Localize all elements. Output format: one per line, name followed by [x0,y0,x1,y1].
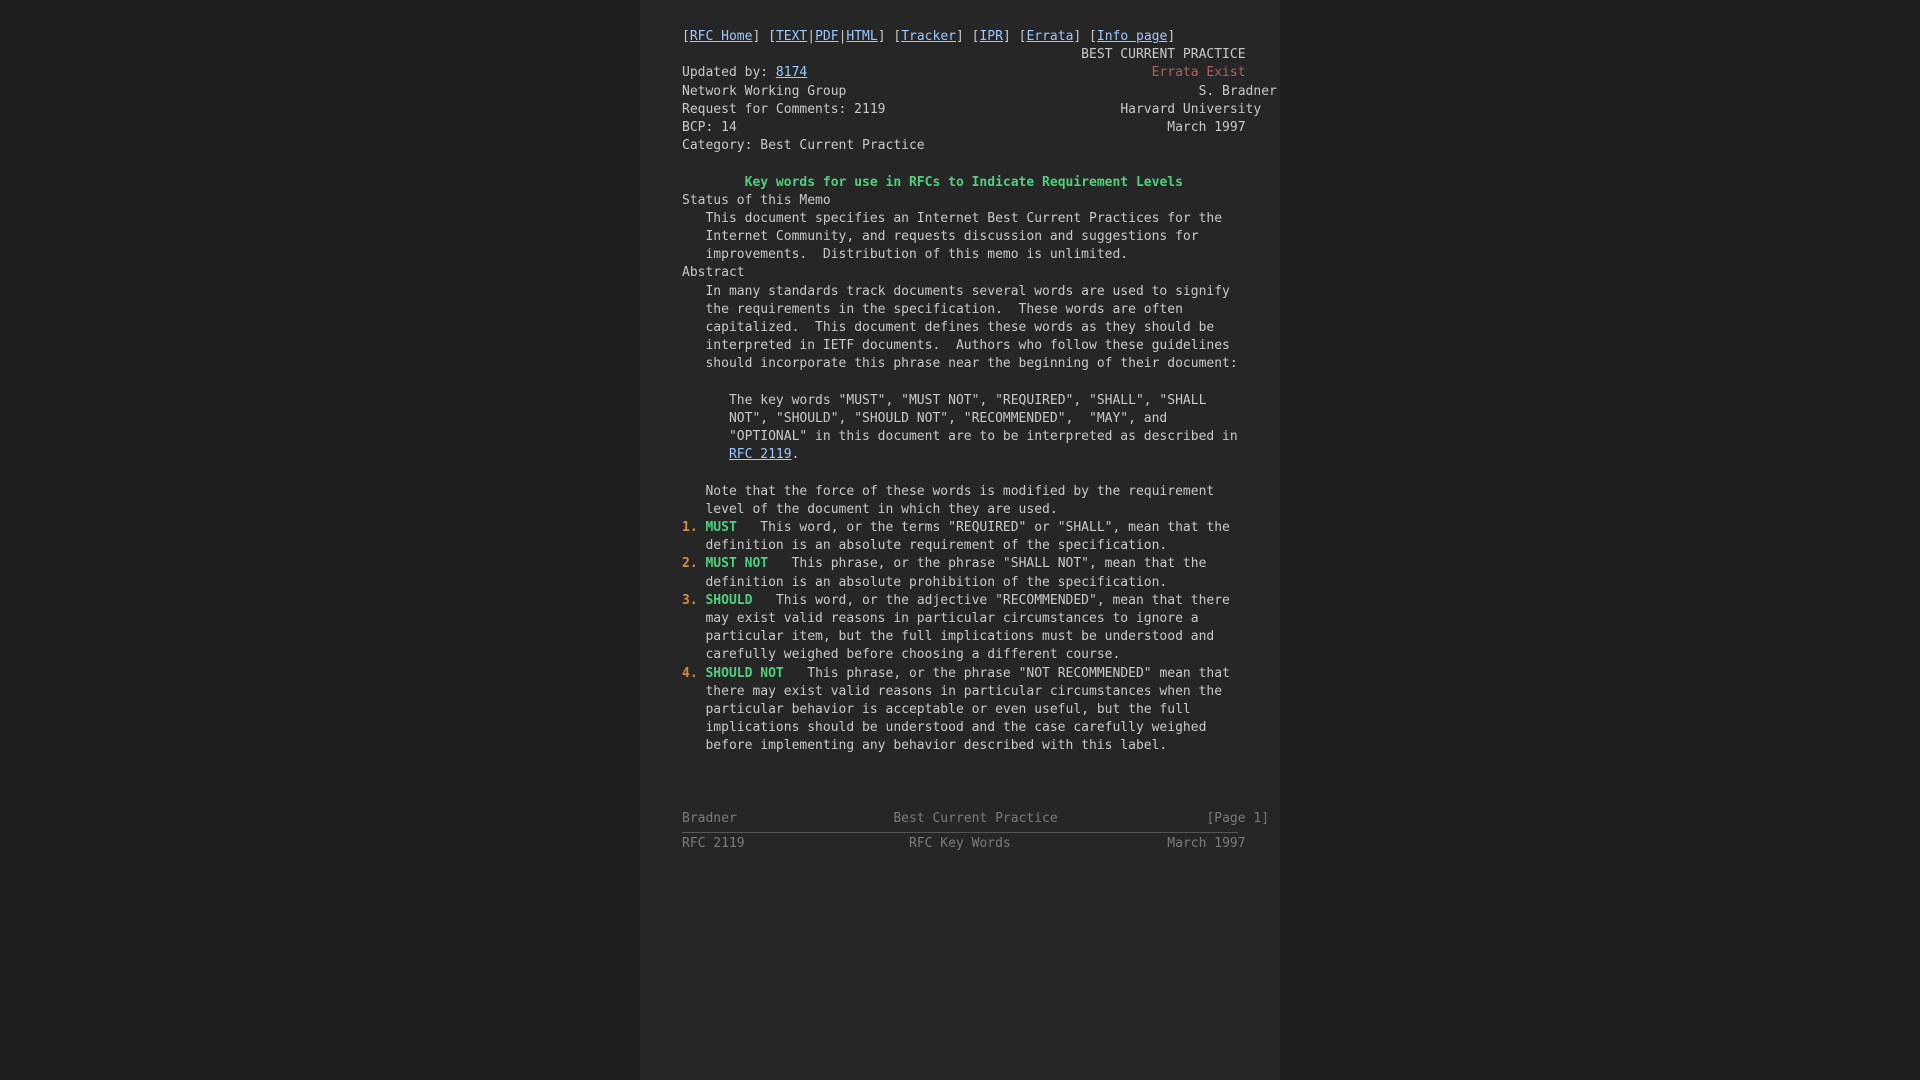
keyword-must: MUST [705,520,736,535]
sec-3-num: 3. [682,593,698,608]
page-header-next: RFC 2119 RFC Key Words March 1997 [682,835,1238,853]
abstract-note-l2: level of the document in which they are … [705,502,1057,517]
abstract-note-l1: Note that the force of these words is mo… [705,484,1214,499]
keywords-l3: "OPTIONAL" in this document are to be in… [729,429,1238,444]
document-title: Key words for use in RFCs to Indicate Re… [745,175,1183,190]
link-info-page[interactable]: Info page [1097,29,1167,44]
page-head-right: March 1997 [1167,836,1245,851]
keywords-period: . [792,447,800,462]
header-line-nwg: Network Working Group S. Bradner [682,83,1238,101]
header-line-category: Category: Best Current Practice [682,137,1238,155]
status-l3: improvements. Distribution of this memo … [705,247,1128,262]
sec-4-l4: implications should be understood and th… [705,720,1206,735]
updated-by-label: Updated by: [682,65,768,80]
sec-3-l2: may exist valid reasons in particular ci… [705,611,1198,626]
status-heading: Status of this Memo [682,192,1238,210]
errata-exist-label: Errata Exist [1152,65,1246,80]
header-line-updated: Updated by: 8174 Errata Exist [682,64,1238,82]
link-pdf[interactable]: PDF [815,29,838,44]
top-nav-links: [RFC Home] [TEXT|PDF|HTML] [Tracker] [IP… [682,28,1238,46]
page-head-center: RFC Key Words [909,836,1011,851]
page-foot-center: Best Current Practice [893,811,1057,826]
sec-3-l4: carefully weighed before choosing a diff… [705,647,1120,662]
abstract-l5: should incorporate this phrase near the … [705,356,1237,371]
category-line: Category: Best Current Practice [682,138,925,153]
header-line-bcpno: BCP: 14 March 1997 [682,119,1238,137]
keyword-should-not: SHOULD NOT [705,666,783,681]
author-org: Harvard University [1120,102,1261,117]
page-break-rule [682,832,1238,833]
sec-2-l2: definition is an absolute prohibition of… [705,575,1167,590]
link-rfc-8174[interactable]: 8174 [776,65,807,80]
header-line-rfcno: Request for Comments: 2119 Harvard Unive… [682,101,1238,119]
sec-3-l3: particular item, but the full implicatio… [705,629,1214,644]
bcp-number-line: BCP: 14 [682,120,737,135]
sec-4-l5: before implementing any behavior describ… [705,738,1167,753]
link-rfc-2119[interactable]: RFC 2119 [729,447,792,462]
keywords-l1: The key words "MUST", "MUST NOT", "REQUI… [729,393,1206,408]
sec-4-l1: This phrase, or the phrase "NOT RECOMMEN… [807,666,1230,681]
publish-date: March 1997 [1167,120,1245,135]
page-head-left: RFC 2119 [682,836,745,851]
rfc-document-page: [RFC Home] [TEXT|PDF|HTML] [Tracker] [IP… [640,0,1280,1080]
sec-4-num: 4. [682,666,698,681]
page-foot-right: [Page 1] [1206,811,1269,826]
keyword-should: SHOULD [705,593,752,608]
status-l2: Internet Community, and requests discuss… [705,229,1198,244]
page-footer-line: Bradner Best Current Practice [Page 1] [682,810,1238,828]
sec-1-l2: definition is an absolute requirement of… [705,538,1167,553]
sec-2-l1: This phrase, or the phrase "SHALL NOT", … [792,556,1207,571]
link-tracker[interactable]: Tracker [901,29,956,44]
page-foot-left: Bradner [682,811,737,826]
author-name: S. Bradner [1199,84,1277,99]
best-current-practice-label: BEST CURRENT PRACTICE [1081,47,1245,62]
header-line-bcp: BEST CURRENT PRACTICE [682,46,1238,64]
network-working-group: Network Working Group [682,84,846,99]
rfc-number-line: Request for Comments: 2119 [682,102,886,117]
link-text[interactable]: TEXT [776,29,807,44]
keyword-must-not: MUST NOT [705,556,768,571]
sec-3-l1: This word, or the adjective "RECOMMENDED… [776,593,1230,608]
link-html[interactable]: HTML [846,29,877,44]
sec-2-num: 2. [682,556,698,571]
abstract-heading: Abstract [682,264,1238,282]
link-ipr[interactable]: IPR [979,29,1002,44]
link-rfc-home[interactable]: RFC Home [690,29,753,44]
sec-4-l3: particular behavior is acceptable or eve… [705,702,1190,717]
sec-4-l2: there may exist valid reasons in particu… [705,684,1222,699]
sec-1-num: 1. [682,520,698,535]
abstract-l1: In many standards track documents severa… [705,284,1229,299]
abstract-l2: the requirements in the specification. T… [705,302,1182,317]
abstract-l4: interpreted in IETF documents. Authors w… [705,338,1229,353]
abstract-l3: capitalized. This document defines these… [705,320,1214,335]
keywords-l2: NOT", "SHOULD", "SHOULD NOT", "RECOMMEND… [729,411,1167,426]
sec-1-l1: This word, or the terms "REQUIRED" or "S… [760,520,1230,535]
link-errata[interactable]: Errata [1026,29,1073,44]
status-l1: This document specifies an Internet Best… [705,211,1222,226]
